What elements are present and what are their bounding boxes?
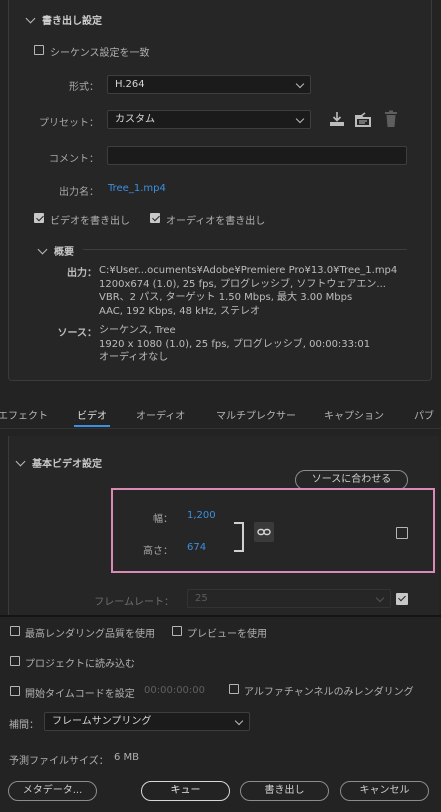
match-source-button[interactable]: ソースに合わせる xyxy=(295,470,408,490)
interpolation-value: フレームサンプリング xyxy=(52,716,152,727)
export-button[interactable]: 書き出し xyxy=(240,781,329,801)
output-line: C:¥User...ocuments¥Adobe¥Premiere Pro¥13… xyxy=(99,265,398,276)
resize-checkbox[interactable] xyxy=(396,527,408,539)
chevron-down-icon xyxy=(37,244,48,255)
export-video-label: ビデオを書き出し xyxy=(50,216,130,227)
import-into-project-label: プロジェクトに読み込む xyxy=(25,659,135,670)
chevron-down-icon xyxy=(295,114,305,124)
tab-multiplexer[interactable]: マルチプレクサー xyxy=(216,407,296,422)
max-render-quality-label: 最高レンダリング品質を使用 xyxy=(25,629,155,640)
use-previews-label: プレビューを使用 xyxy=(187,629,267,640)
height-label: 高さ： xyxy=(143,546,173,557)
preset-label: プリセット： xyxy=(39,118,99,129)
chevron-down-icon xyxy=(25,13,36,24)
interpolation-label: 補間： xyxy=(9,720,39,731)
metadata-button[interactable]: メタデータ... xyxy=(8,781,97,801)
save-preset-icon[interactable] xyxy=(328,110,346,128)
basic-video-title: 基本ビデオ設定 xyxy=(32,459,102,470)
export-audio-label: オーディオを書き出し xyxy=(166,216,266,227)
output-name-label: 出力名： xyxy=(59,187,99,198)
height-value[interactable]: 674 xyxy=(187,542,206,553)
chevron-down-icon xyxy=(295,79,305,89)
settings-tabs: エフェクト ビデオ オーディオ マルチプレクサー キャプション パブ xyxy=(0,398,441,429)
tab-captions[interactable]: キャプション xyxy=(324,407,384,422)
comment-input[interactable] xyxy=(107,146,407,165)
start-timecode-checkbox[interactable] xyxy=(10,686,20,696)
summary-divider xyxy=(83,249,407,250)
output-key: 出力： xyxy=(67,268,97,279)
summary-header[interactable]: 概要 xyxy=(37,243,74,258)
width-label: 幅： xyxy=(153,514,173,525)
format-value: H.264 xyxy=(115,79,145,90)
chevron-down-icon xyxy=(234,716,244,726)
section-separator xyxy=(0,615,441,617)
estimated-size-label: 予測ファイルサイズ： xyxy=(9,756,109,767)
frame-rate-checkbox[interactable] xyxy=(396,593,408,605)
tab-video[interactable]: ビデオ xyxy=(77,407,107,422)
estimated-size-value: 6 MB xyxy=(114,752,140,763)
constrain-proportions-icon[interactable] xyxy=(254,522,274,542)
max-render-quality-checkbox[interactable] xyxy=(10,626,20,636)
export-settings-panel: 書き出し設定 シーケンス設定を一致 形式： H.264 プリセット： カスタム … xyxy=(8,0,432,381)
source-line: シーケンス, Tree xyxy=(99,325,176,336)
render-alpha-label: アルファチャンネルのみレンダリング xyxy=(244,687,414,698)
delete-preset-icon[interactable] xyxy=(383,110,399,128)
summary-title: 概要 xyxy=(54,247,74,258)
frame-rate-label: フレームレート： xyxy=(94,597,174,608)
width-value[interactable]: 1,200 xyxy=(187,510,216,521)
frame-rate-value: 25 xyxy=(195,593,208,604)
comment-label: コメント： xyxy=(49,154,99,165)
source-summary: シーケンス, Tree 1920 x 1080 (1.0), 25 fps, プ… xyxy=(99,324,370,365)
format-label: 形式： xyxy=(69,82,99,93)
import-into-project-checkbox[interactable] xyxy=(10,656,20,666)
export-settings-header[interactable]: 書き出し設定 xyxy=(25,12,102,27)
export-settings-title: 書き出し設定 xyxy=(42,16,102,27)
basic-video-header[interactable]: 基本ビデオ設定 xyxy=(15,455,102,470)
output-line: VBR、2 パス, ターゲット 1.50 Mbps, 最大 3.00 Mbps xyxy=(99,292,353,303)
active-tab-underline xyxy=(74,425,110,427)
preset-select[interactable]: カスタム xyxy=(107,110,311,129)
start-timecode-value[interactable]: 00:00:00:00 xyxy=(144,685,205,696)
use-previews-checkbox[interactable] xyxy=(172,626,182,636)
output-name-link[interactable]: Tree_1.mp4 xyxy=(108,183,166,194)
link-bracket xyxy=(234,522,244,552)
queue-button[interactable]: キュー xyxy=(141,781,230,801)
output-summary: C:¥User...ocuments¥Adobe¥Premiere Pro¥13… xyxy=(99,264,397,318)
export-audio-checkbox[interactable] xyxy=(150,213,160,223)
cancel-button[interactable]: キャンセル xyxy=(340,781,429,801)
chevron-down-icon xyxy=(15,456,26,467)
preset-value: カスタム xyxy=(115,114,155,125)
tab-effects[interactable]: エフェクト xyxy=(0,407,48,422)
output-line: 1200x674 (1.0), 25 fps, プログレッシブ, ソフトウェアエ… xyxy=(99,278,386,290)
source-key: ソース： xyxy=(57,328,98,339)
interpolation-select[interactable]: フレームサンプリング xyxy=(44,712,250,731)
output-line: AAC, 192 Kbps, 48 kHz, ステレオ xyxy=(99,305,261,317)
start-timecode-label: 開始タイムコードを設定 xyxy=(25,689,135,700)
basic-video-panel: 基本ビデオ設定 ソースに合わせる 幅： 1,200 高さ： 674 フレームレー… xyxy=(8,436,439,616)
source-line: オーディオなし xyxy=(99,352,169,363)
tab-publish[interactable]: パブ xyxy=(414,407,434,422)
chevron-down-icon xyxy=(375,593,385,603)
source-line: 1920 x 1080 (1.0), 25 fps, プログレッシブ, 00:0… xyxy=(99,338,371,350)
frame-rate-select[interactable]: 25 xyxy=(187,589,391,608)
format-select[interactable]: H.264 xyxy=(107,75,311,94)
render-alpha-checkbox[interactable] xyxy=(229,684,239,694)
match-sequence-checkbox[interactable] xyxy=(34,45,44,55)
match-sequence-label: シーケンス設定を一致 xyxy=(50,48,150,59)
import-preset-icon[interactable] xyxy=(353,110,373,128)
export-video-checkbox[interactable] xyxy=(34,213,44,223)
tab-audio[interactable]: オーディオ xyxy=(136,407,185,422)
